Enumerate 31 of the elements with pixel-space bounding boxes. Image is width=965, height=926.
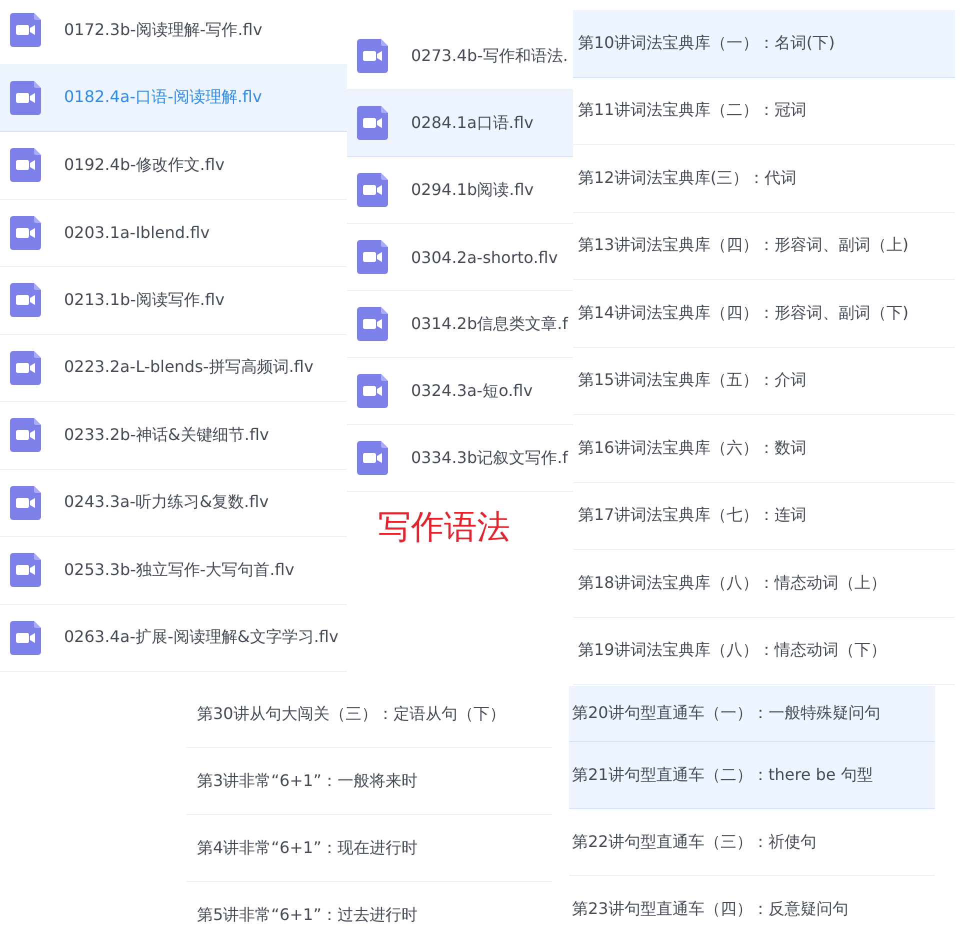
lesson-row[interactable]: 第13讲词法宝典库（四）：形容词、副词（上) (573, 212, 955, 280)
lesson-row[interactable]: 第19讲词法宝典库（八）：情态动词（下） (573, 618, 955, 685)
video-file-icon (357, 307, 388, 341)
video-file-icon (10, 283, 41, 318)
file-row[interactable]: 0223.2a-L-blends-拼写高频词.flv (0, 334, 347, 402)
lesson-row[interactable]: 第17讲词法宝典库（七）：连词 (573, 482, 955, 550)
lesson-row[interactable]: 第21讲句型直通车（二）：there be 句型 (569, 742, 935, 809)
file-row[interactable]: 0263.4a-扩展-阅读理解&文字学习.flv (0, 604, 347, 672)
video-file-icon (357, 441, 388, 475)
lesson-row[interactable]: 第11讲词法宝典库（二）：冠词 (573, 78, 955, 145)
video-file-icon (10, 80, 41, 115)
video-file-icon (10, 418, 41, 452)
file-row[interactable]: 0203.1a-Iblend.flv (0, 200, 347, 267)
video-file-icon (10, 620, 41, 655)
video-file-icon (10, 553, 41, 588)
video-file-icon (357, 39, 388, 73)
lesson-row[interactable]: 第15讲词法宝典库（五）：介词 (573, 348, 955, 415)
video-file-icon (357, 240, 388, 274)
video-file-icon (10, 13, 41, 48)
lesson-row[interactable]: 第10讲词法宝典库（一）：名词(下) (573, 10, 955, 78)
file-row[interactable]: 0284.1a口语.flv (347, 90, 575, 157)
video-file-icon (357, 173, 388, 207)
lesson-row[interactable]: 第20讲句型直通车（一）：一般特殊疑问句 (569, 686, 935, 742)
collage-title: 写作语法 (378, 506, 510, 548)
video-file-icon (357, 374, 388, 408)
file-row[interactable]: 0243.3a-听力练习&复数.flv (0, 470, 347, 537)
video-file-icon (10, 216, 41, 250)
video-file-icon (10, 486, 41, 520)
video-file-icon (10, 148, 41, 182)
video-file-icon (357, 106, 388, 140)
video-file-icon (10, 350, 41, 385)
